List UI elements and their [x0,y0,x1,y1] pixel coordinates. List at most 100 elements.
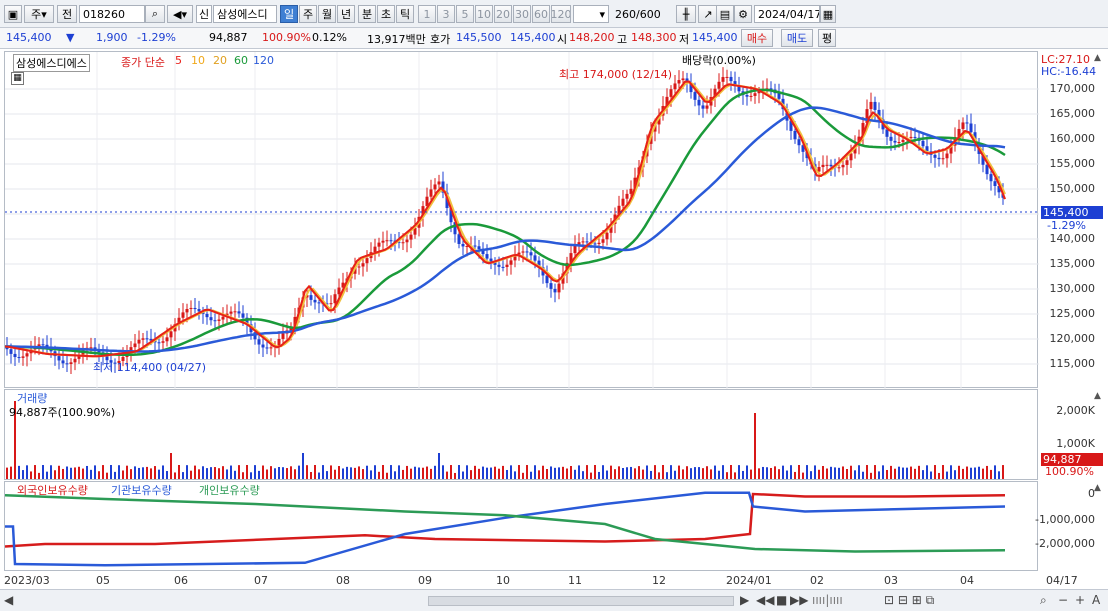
price-panel[interactable]: 삼성에스디에스 종가 단순 5 10 20 60 120 ▦ 최고 174,00… [4,51,1039,389]
stock-code-input[interactable]: 018260 [79,5,145,23]
quote-bar: 145,400 ▼ 1,900 -1.29% 94,887 100.90% 0.… [0,28,1108,49]
grid-toggle-icon[interactable]: ▦ [11,72,24,85]
date-input[interactable]: 2024/04/17 [754,5,820,23]
volume-bar [430,468,432,479]
minute-1[interactable]: 1 [418,5,436,23]
volume-bar [882,465,884,479]
period-tick[interactable]: 틱 [396,5,414,23]
step-forward-icon[interactable]: ▶▶ [790,593,808,607]
calendar-icon[interactable]: ▦ [820,5,836,23]
credit-badge: 신 [196,5,212,23]
scroll-right-icon[interactable]: ▶ [740,593,749,607]
stop-icon[interactable]: ■ [776,593,787,607]
volume-bar [942,465,944,479]
volume-bar [50,465,52,479]
data-count[interactable]: 260/600 [612,5,670,23]
step-back-icon[interactable]: ◀◀ [756,593,774,607]
volume-panel[interactable]: 거래량 94,887주(100.90%) [4,389,1038,480]
prev-button[interactable]: 전 [57,5,77,23]
minute-5[interactable]: 5 [456,5,474,23]
period-minute[interactable]: 분 [358,5,376,23]
zoom-in-icon[interactable]: + [1075,593,1085,607]
buy-button[interactable]: 매수 [741,29,773,47]
stock-name-value: 삼성에스디 [217,8,268,21]
time-scrollbar[interactable] [428,596,734,606]
ma60-line [5,88,1006,357]
minute-120[interactable]: 120 [551,5,571,23]
eval-button[interactable]: 평 [818,29,836,47]
x-axis-label: 02 [810,574,824,587]
font-size-icon[interactable]: A [1092,593,1100,607]
trend-icon[interactable]: ↗ [698,5,718,23]
volume-panel-arrow-icon[interactable]: ▲ [1094,391,1101,401]
price-panel-arrow-icon[interactable]: ▲ [1094,53,1101,63]
period-year[interactable]: 년 [337,5,355,23]
volume-bar [454,472,456,479]
scroll-left-icon[interactable]: ◀ [4,593,13,607]
x-axis-label: 04 [960,574,974,587]
tool-icons[interactable]: ⊡ ⊟ ⊞ ⧉ [884,593,934,608]
volume-bar [246,465,248,479]
volume-bar [286,468,288,479]
volume-bar [986,465,988,479]
minute-30[interactable]: 30 [513,5,531,23]
legend-foreign: 외국인보유수량 [17,484,88,497]
price-tick: 115,000 [1049,357,1096,370]
volume-bar [554,467,556,479]
volume-bar [918,465,920,479]
period-day[interactable]: 일 [280,5,298,23]
x-axis-label: 07 [254,574,268,587]
current-price: 145,400 [6,31,52,44]
save-icon[interactable]: ▤ [716,5,734,23]
volume-bar [518,465,520,479]
period-month[interactable]: 월 [318,5,336,23]
sell-button[interactable]: 매도 [781,29,813,47]
gear-icon[interactable]: ⚙ [734,5,752,23]
period-second[interactable]: 초 [377,5,395,23]
dividend-label: 배당락(0.00%) [682,54,756,67]
candle-body [629,188,633,194]
volume-bar [190,470,192,479]
high-price: 148,300 [631,31,677,44]
price-change: 1,900 [96,31,128,44]
candle-body [61,360,65,364]
candle-body [889,136,893,141]
volume-bar [474,465,476,479]
candle-body [725,76,729,78]
holding-panel-arrow-icon[interactable]: ▲ [1094,483,1101,493]
data-count-value: 260/600 [615,7,661,21]
minute-60[interactable]: 60 [532,5,550,23]
volume-bar [514,471,516,479]
period-week[interactable]: 주 [299,5,317,23]
candle-body [869,101,873,110]
mode-dropdown[interactable]: 주 ▾ [24,5,54,23]
zoom-out-icon[interactable]: − [1058,593,1068,607]
hc-value: HC:-16.44 [1041,65,1097,78]
volume-axis: 2,000K 1,000K 94,887 100.90% [1039,389,1103,480]
volume-bar [694,467,696,479]
stock-name-field[interactable]: 삼성에스디 [213,5,277,23]
minute-3[interactable]: 3 [437,5,455,23]
volume-bar [750,469,752,479]
window-icon[interactable]: ▣ [4,5,22,23]
volume-bar [154,466,156,479]
volume-bar [398,465,400,479]
candle-body [933,154,937,158]
zoom-slider-icon[interactable]: ıııı|ıııı [812,593,843,607]
volume-bar [802,472,804,479]
volume-bar [446,471,448,479]
volume-bar [138,467,140,479]
speaker-icon[interactable]: ◀▾ [167,5,193,23]
custom-period-dropdown[interactable]: ▾ [573,5,609,23]
volume-bar [678,465,680,479]
candle-body [593,243,597,245]
zoom-search-icon[interactable]: ⌕ [1040,593,1047,608]
holding-panel[interactable]: 외국인보유수량 기관보유수량 개인보유수량 [4,481,1038,571]
search-icon[interactable]: ⌕ [145,5,165,23]
volume-bar [382,465,384,479]
candle-body [361,263,365,267]
minute-10[interactable]: 10 [475,5,493,23]
minute-20[interactable]: 20 [494,5,512,23]
candle-body [205,313,209,318]
candle-icon[interactable]: ╫ [676,5,696,23]
